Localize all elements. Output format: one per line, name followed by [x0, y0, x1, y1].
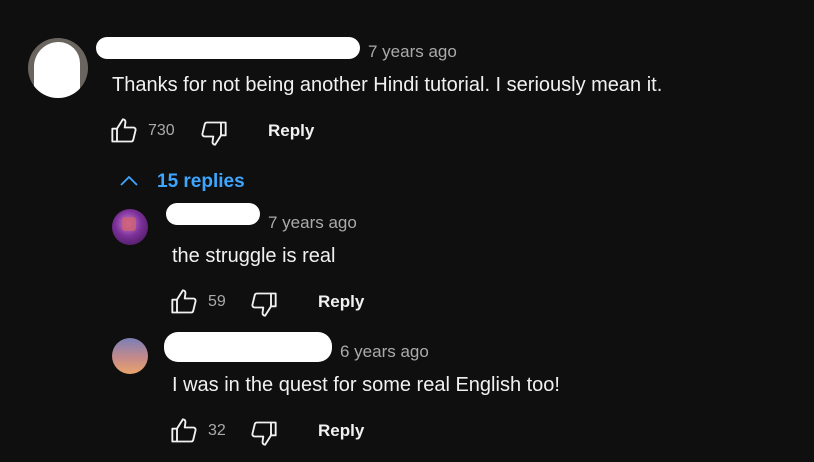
reply-time[interactable]: 6 years ago: [340, 342, 429, 362]
reply-text: the struggle is real: [172, 245, 336, 267]
redacted-username: [164, 332, 332, 362]
replies-toggle-label[interactable]: 15 replies: [157, 171, 245, 193]
thumbs-down-icon[interactable]: [250, 289, 278, 319]
redacted-username: [96, 37, 360, 59]
comment-time[interactable]: 7 years ago: [368, 42, 457, 62]
like-count: 32: [208, 422, 226, 439]
avatar[interactable]: [112, 209, 148, 245]
thumbs-down-icon[interactable]: [250, 418, 278, 448]
reply-button[interactable]: Reply: [268, 121, 314, 141]
reply-button[interactable]: Reply: [318, 292, 364, 312]
thumbs-up-icon[interactable]: [110, 116, 138, 146]
chevron-up-icon[interactable]: [118, 173, 140, 189]
avatar[interactable]: [28, 38, 88, 98]
thumbs-down-icon[interactable]: [200, 118, 228, 148]
reply-button[interactable]: Reply: [318, 421, 364, 441]
avatar[interactable]: [112, 338, 148, 374]
like-count: 730: [148, 122, 175, 139]
reply-time[interactable]: 7 years ago: [268, 213, 357, 233]
comment-text: Thanks for not being another Hindi tutor…: [112, 74, 663, 96]
like-count: 59: [208, 293, 226, 310]
thumbs-up-icon[interactable]: [170, 416, 198, 446]
thumbs-up-icon[interactable]: [170, 287, 198, 317]
reply-text: I was in the quest for some real English…: [172, 374, 560, 396]
redacted-username: [166, 203, 260, 225]
